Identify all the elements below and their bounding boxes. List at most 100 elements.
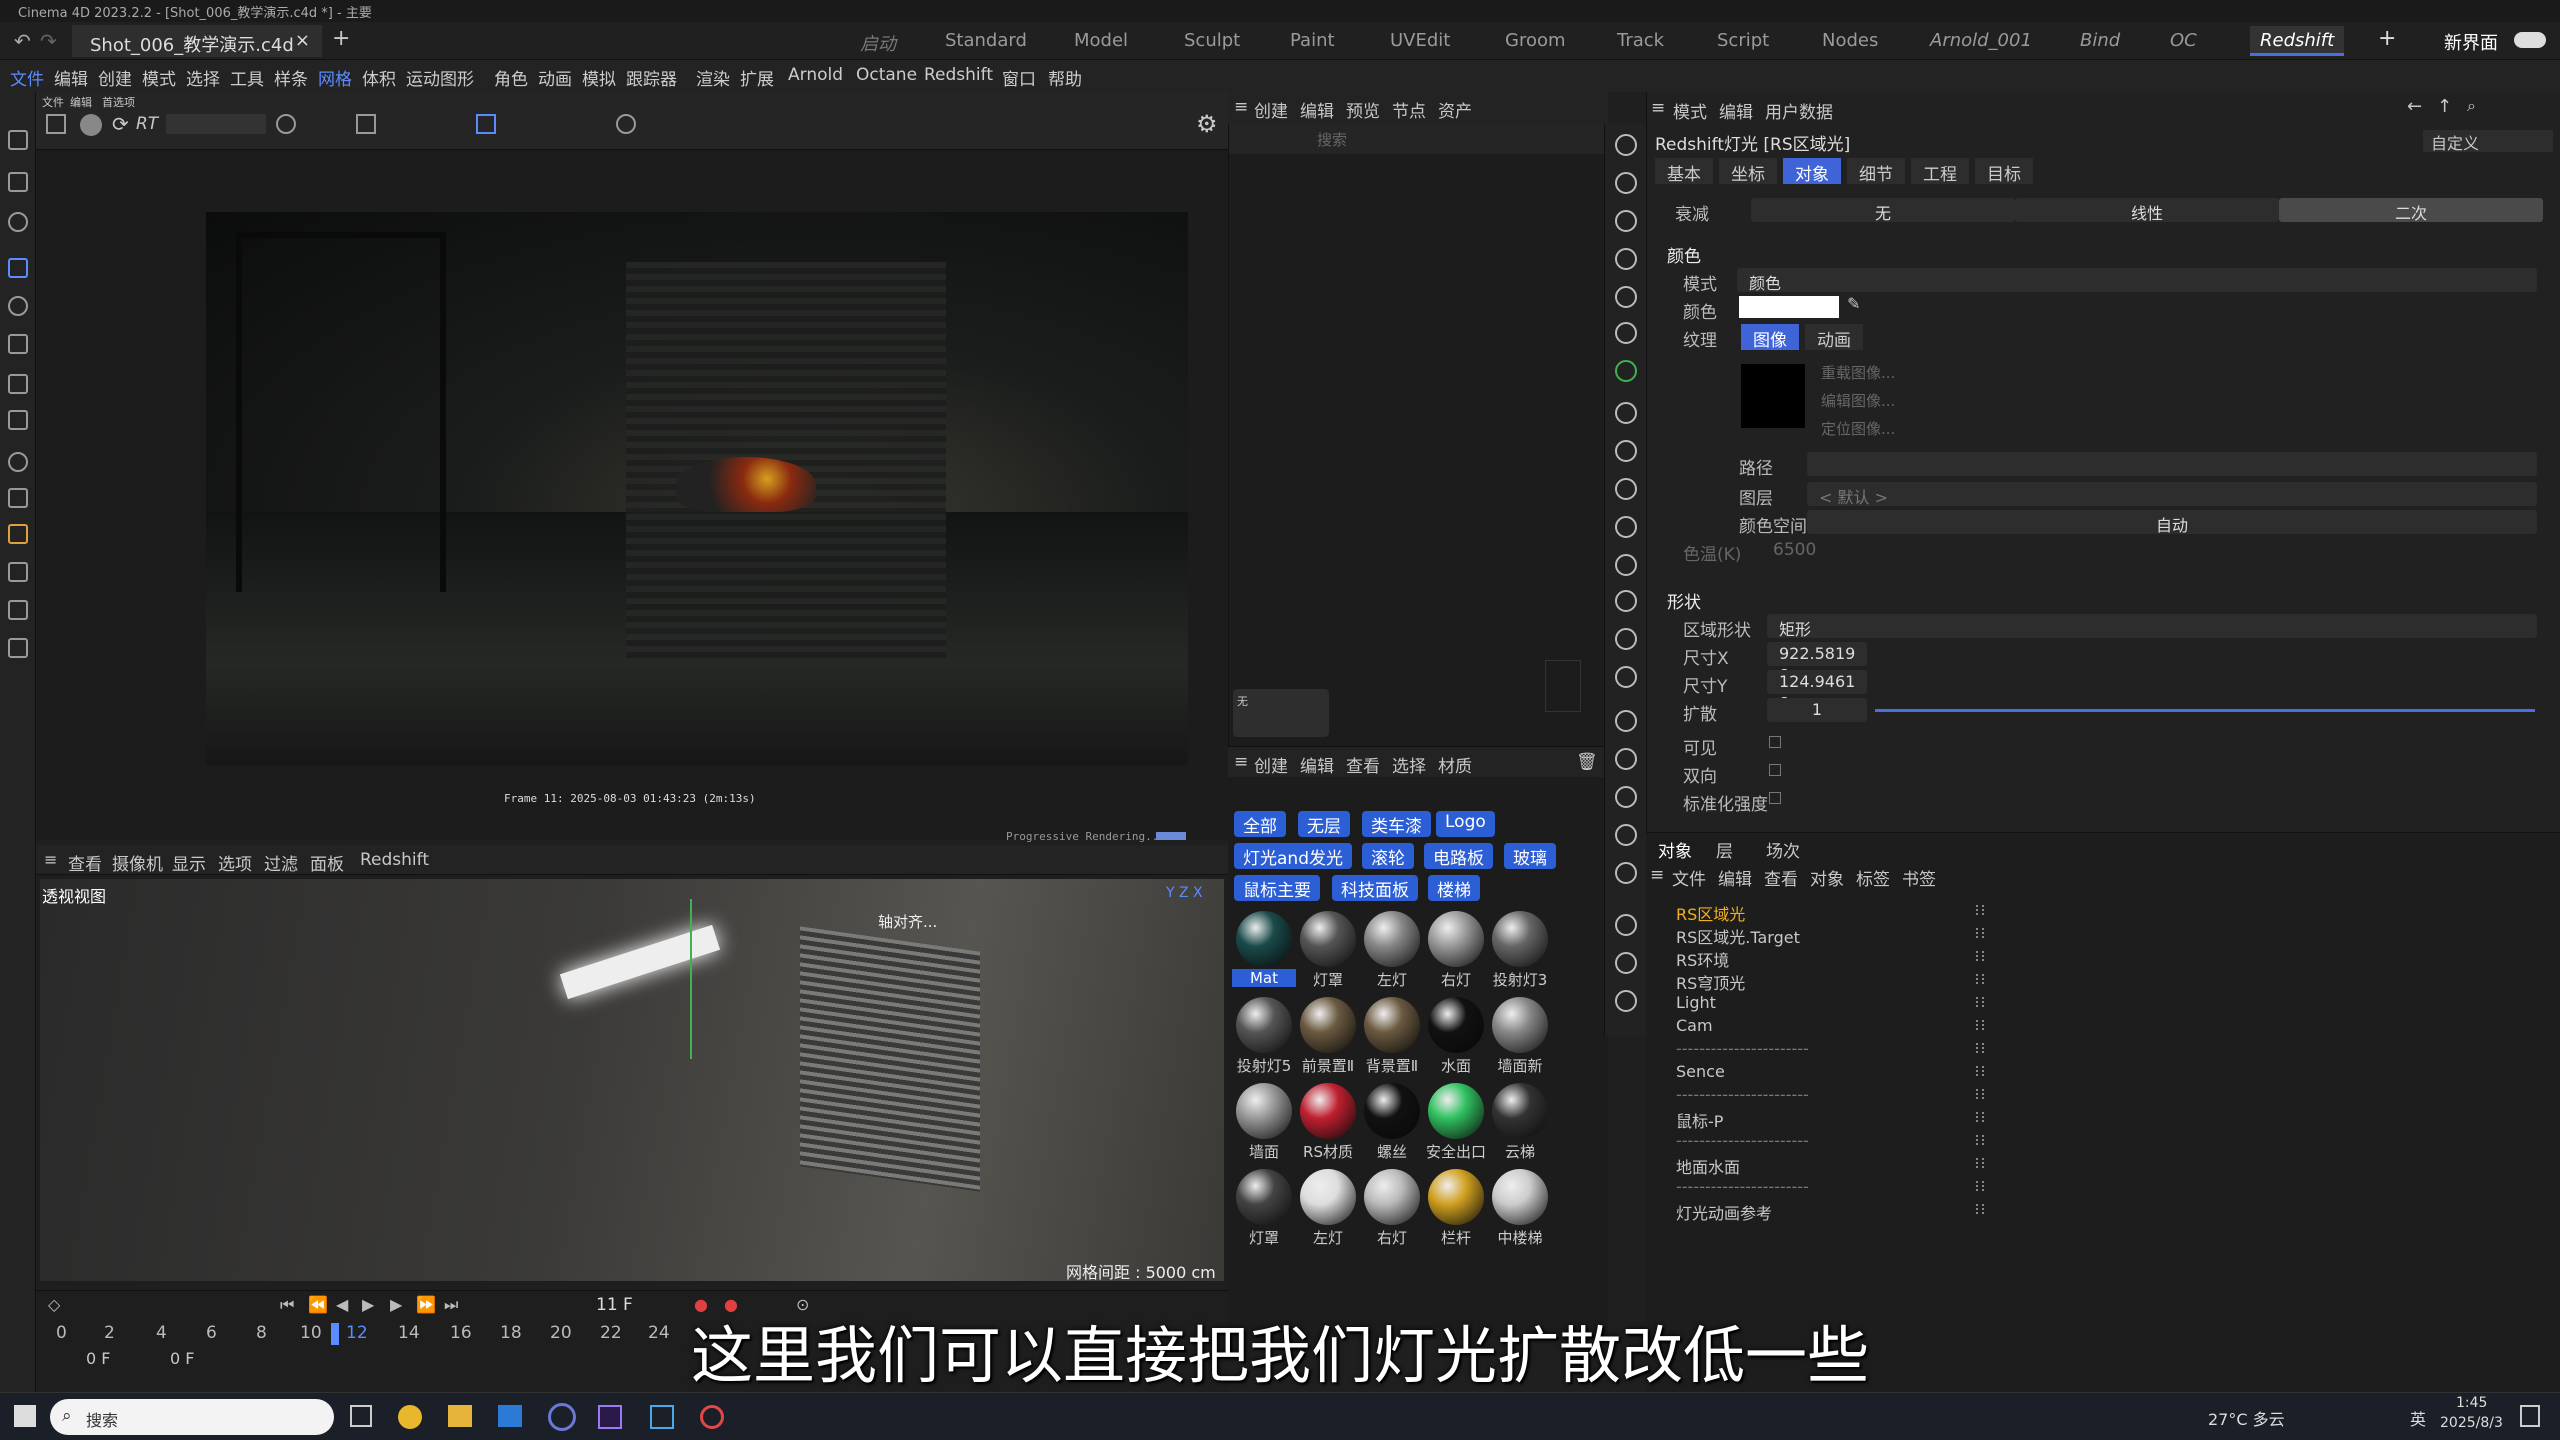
material-swatch[interactable] — [1428, 1083, 1484, 1139]
temperature-value[interactable]: 6500 — [1773, 540, 1816, 560]
reload-image-button[interactable]: 重载图像... — [1821, 362, 1895, 383]
material-swatch[interactable] — [1492, 911, 1548, 967]
rv-menu-file[interactable]: 文件 — [42, 94, 64, 110]
scene-menu-icon[interactable]: ≡ — [1650, 865, 1664, 885]
region-icon[interactable] — [476, 114, 496, 134]
scene-object-row[interactable]: Light — [1676, 993, 1716, 1012]
viewport-menu-camera[interactable]: 摄像机 — [112, 850, 163, 875]
scene-menu-tags[interactable]: 标签 — [1856, 865, 1890, 890]
material-swatch[interactable] — [1300, 911, 1356, 967]
attr-custom-dropdown[interactable]: 自定义 — [2423, 130, 2553, 153]
cube-icon[interactable] — [1615, 360, 1637, 382]
menu-simulate[interactable]: 模拟 — [582, 65, 616, 90]
menu-redshift[interactable]: Redshift — [924, 65, 993, 85]
area-light-gizmo[interactable] — [559, 924, 721, 1000]
menu-mode[interactable]: 模式 — [142, 65, 176, 90]
content-browser-icon[interactable] — [1615, 248, 1637, 270]
attr-tab-details[interactable]: 细节 — [1847, 158, 1905, 185]
visibility-dots-icon[interactable] — [1976, 1135, 1984, 1145]
scene-menu-object[interactable]: 对象 — [1810, 865, 1844, 890]
menu-file[interactable]: 文件 — [10, 65, 44, 90]
record-app-icon[interactable] — [700, 1405, 724, 1429]
camera-5-icon[interactable] — [1615, 862, 1637, 884]
app-icon[interactable] — [650, 1405, 674, 1429]
size-x-field[interactable]: 922.5819 c — [1767, 642, 1867, 682]
material-menu-edit[interactable]: 编辑 — [1300, 752, 1334, 777]
mode-dropdown[interactable]: 颜色 — [1737, 268, 2537, 293]
new-ui-toggle[interactable] — [2514, 32, 2546, 48]
visibility-dots-icon[interactable] — [1976, 1066, 1984, 1076]
texture-tab-image[interactable]: 图像 — [1741, 324, 1799, 351]
node-search-input[interactable]: 搜索 — [1317, 129, 1347, 150]
scene-object-row[interactable]: Sence — [1676, 1062, 1725, 1081]
material-chip-logo[interactable]: Logo — [1436, 811, 1495, 837]
select-tool-icon[interactable] — [8, 172, 28, 192]
render-queue-icon[interactable] — [1615, 952, 1637, 974]
visibility-dots-icon[interactable] — [1976, 1204, 1984, 1214]
layout-track[interactable]: Track — [1607, 26, 1674, 56]
material-menu-view[interactable]: 查看 — [1346, 752, 1380, 777]
material-swatch[interactable] — [1428, 997, 1484, 1053]
layout-standard[interactable]: Standard — [935, 26, 1037, 56]
scene-object-row[interactable]: 鼠标-P — [1676, 1108, 1723, 1132]
material-menu-material[interactable]: 材质 — [1438, 752, 1472, 777]
redo-icon[interactable]: ↷ — [40, 29, 57, 53]
layer-manager-icon[interactable] — [1615, 172, 1637, 194]
material-chip-circuit[interactable]: 电路板 — [1424, 843, 1493, 869]
taskbar-search-box[interactable]: ⌕ 搜索 — [50, 1399, 334, 1435]
layout-startup[interactable]: 启动 — [850, 26, 906, 56]
scene-menu-edit[interactable]: 编辑 — [1718, 865, 1752, 890]
layout-redshift[interactable]: Redshift — [2250, 26, 2345, 56]
viewport-menu-filter[interactable]: 过滤 — [264, 850, 298, 875]
weather-status[interactable]: 27°C 多云 — [2208, 1406, 2285, 1430]
node-preview-box[interactable]: 无 — [1233, 689, 1329, 737]
scene-object-row[interactable]: Cam — [1676, 1016, 1713, 1035]
close-tab-icon[interactable]: × — [295, 30, 310, 51]
material-swatch[interactable] — [1236, 911, 1292, 967]
pen-icon[interactable] — [8, 488, 28, 508]
material-swatch[interactable] — [1364, 1083, 1420, 1139]
attr-tab-project[interactable]: 工程 — [1911, 158, 1969, 185]
viewport-menu-display[interactable]: 显示 — [172, 850, 206, 875]
add-layout-icon[interactable]: + — [2378, 26, 2396, 51]
scene-object-row[interactable]: RS穹顶光 — [1676, 970, 1745, 994]
viewport-menu-icon[interactable]: ≡ — [44, 850, 57, 869]
move-tool-icon[interactable] — [8, 258, 28, 278]
spotlight-icon[interactable] — [1615, 516, 1637, 538]
menu-character[interactable]: 角色 — [494, 65, 528, 90]
knife-icon[interactable] — [8, 600, 28, 620]
visibility-dots-icon[interactable] — [1976, 997, 1984, 1007]
aov-select[interactable] — [166, 114, 266, 134]
viewport-menu-redshift[interactable]: Redshift — [360, 850, 429, 870]
antenna-icon[interactable] — [1615, 590, 1637, 612]
viewport-menu-panel[interactable]: 面板 — [310, 850, 344, 875]
menu-help[interactable]: 帮助 — [1048, 65, 1082, 90]
snapshot-icon[interactable] — [276, 114, 296, 134]
chrome-icon[interactable] — [398, 1405, 422, 1429]
normalize-checkbox[interactable] — [1769, 792, 1781, 804]
attr-menu-userdata[interactable]: 用户数据 — [1765, 98, 1833, 123]
cinema4d-icon[interactable] — [548, 1403, 576, 1431]
viewport-menu-options[interactable]: 选项 — [218, 850, 252, 875]
material-swatch[interactable] — [1236, 1083, 1292, 1139]
scene-object-row[interactable]: 灯光动画参考 — [1676, 1200, 1772, 1224]
sun-icon[interactable] — [1615, 402, 1637, 424]
camera-2-icon[interactable] — [1615, 748, 1637, 770]
visibility-dots-icon[interactable] — [1976, 905, 1984, 915]
viewport-menu-view[interactable]: 查看 — [68, 850, 102, 875]
scene-tab-layers[interactable]: 层 — [1716, 837, 1733, 862]
scene-object-row[interactable]: ----------------------- — [1676, 1177, 1809, 1196]
task-view-icon[interactable] — [350, 1405, 372, 1427]
node-navigator[interactable] — [1545, 660, 1581, 712]
material-chip-glass[interactable]: 玻璃 — [1504, 843, 1556, 869]
scene-tab-takes[interactable]: 场次 — [1766, 837, 1800, 862]
material-swatch[interactable] — [1300, 1083, 1356, 1139]
scene-object-row[interactable]: ----------------------- — [1676, 1131, 1809, 1150]
menu-animate[interactable]: 动画 — [538, 65, 572, 90]
search-icon[interactable] — [8, 130, 28, 150]
visibility-dots-icon[interactable] — [1976, 1181, 1984, 1191]
visibility-dots-icon[interactable] — [1976, 1020, 1984, 1030]
node-menu-create[interactable]: 创建 — [1254, 97, 1288, 122]
menu-mograph[interactable]: 运动图形 — [406, 65, 474, 90]
path-field[interactable] — [1807, 452, 2537, 476]
